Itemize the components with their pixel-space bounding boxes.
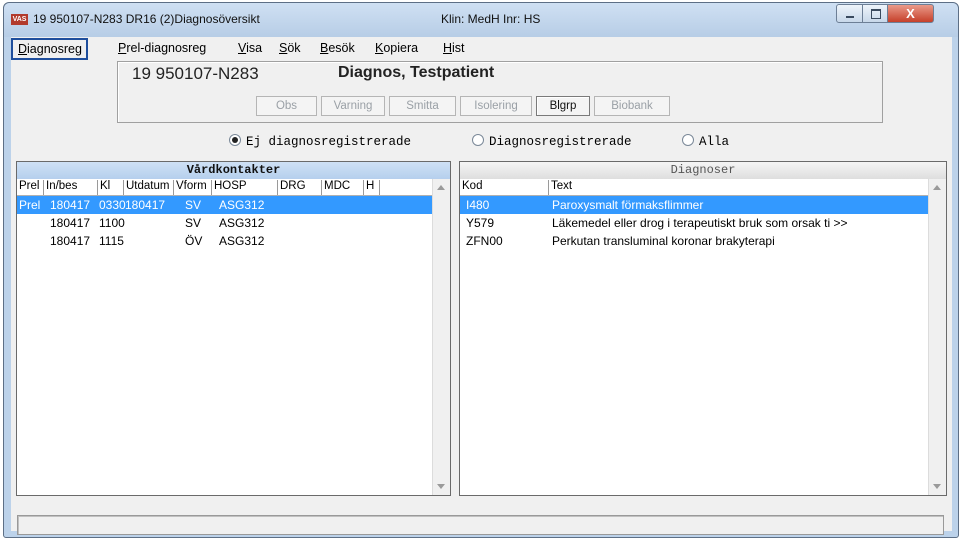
vardkontakter-column-headers: Prel In/bes Kl Utdatum Vform HOSP DRG MD… — [17, 179, 450, 196]
vardkontakt-row[interactable]: 180417 1115 ÖV ASG312 — [17, 232, 433, 250]
diagnos-row[interactable]: Y579 Läkemedel eller drog i terapeutiskt… — [460, 214, 929, 232]
vardkontakt-row[interactable]: Prel 180417 0330 180417 SV ASG312 — [17, 196, 433, 214]
diagnos-row[interactable]: ZFN00 Perkutan transluminal koronar brak… — [460, 232, 929, 250]
radio-dot — [682, 134, 694, 146]
radio-selected-dot — [229, 134, 241, 146]
menu-diagnosreg[interactable]: Diagnosreg — [11, 38, 88, 60]
menu-kopiera[interactable]: Kopiera — [375, 41, 418, 55]
diagnoser-scrollbar[interactable] — [928, 179, 946, 495]
radio-ej-diagnosregistrerade[interactable]: Ej diagnosregistrerade — [229, 134, 411, 149]
filter-radio-group: Ej diagnosregistrerade Diagnosregistrera… — [11, 134, 952, 152]
patient-header: 19 950107-N283 Diagnos, Testpatient Obs … — [117, 61, 883, 123]
col-text[interactable]: Text — [549, 180, 930, 195]
varning-button[interactable]: Varning — [321, 96, 385, 116]
vardkontakt-row[interactable]: 180417 1100 SV ASG312 — [17, 214, 433, 232]
obs-button[interactable]: Obs — [256, 96, 317, 116]
minimize-button[interactable] — [836, 4, 863, 23]
maximize-button[interactable] — [862, 4, 888, 23]
biobank-button[interactable]: Biobank — [594, 96, 670, 116]
vas-app-icon: VAS — [11, 14, 28, 25]
scroll-down-arrow-icon[interactable] — [437, 484, 445, 489]
scroll-up-arrow-icon[interactable] — [933, 185, 941, 190]
menu-besok[interactable]: Besök — [320, 41, 355, 55]
radio-dot — [472, 134, 484, 146]
vardkontakter-title: Vårdkontakter — [17, 162, 450, 179]
vardkontakter-panel: Vårdkontakter Prel In/bes Kl Utdatum Vfo… — [16, 161, 451, 496]
menu-prel-diagnosreg[interactable]: Prel-diagnosreg — [118, 41, 206, 55]
col-kod[interactable]: Kod — [460, 180, 549, 195]
window-title: 19 950107-N283 DR16 (2)Diagnosöversikt — [33, 12, 260, 26]
title-bar[interactable]: VAS 19 950107-N283 DR16 (2)Diagnosöversi… — [4, 3, 958, 37]
col-hosp[interactable]: HOSP — [212, 180, 278, 195]
diagnoser-title: Diagnoser — [460, 162, 946, 179]
col-kl[interactable]: Kl — [98, 180, 124, 195]
diagnos-row[interactable]: I480 Paroxysmalt förmaksflimmer — [460, 196, 929, 214]
col-inbes[interactable]: In/bes — [44, 180, 98, 195]
vardkontakter-scrollbar[interactable] — [432, 179, 450, 495]
smitta-button[interactable]: Smitta — [389, 96, 456, 116]
col-vform[interactable]: Vform — [174, 180, 212, 195]
menu-hist[interactable]: Hist — [443, 41, 465, 55]
col-drg[interactable]: DRG — [278, 180, 322, 195]
scroll-up-arrow-icon[interactable] — [437, 185, 445, 190]
col-utdatum[interactable]: Utdatum — [124, 180, 174, 195]
diagnoser-column-headers: Kod Text — [460, 179, 929, 196]
col-prel[interactable]: Prel — [17, 180, 44, 195]
close-button[interactable]: X — [887, 4, 934, 23]
diagnoser-panel: Diagnoser Kod Text I480 Paroxysmalt förm… — [459, 161, 947, 496]
scroll-down-arrow-icon[interactable] — [933, 484, 941, 489]
col-mdc[interactable]: MDC — [322, 180, 364, 195]
isolering-button[interactable]: Isolering — [460, 96, 532, 116]
radio-diagnosregistrerade[interactable]: Diagnosregistrerade — [472, 134, 632, 149]
blgrp-button[interactable]: Blgrp — [536, 96, 590, 116]
menu-visa[interactable]: Visa — [238, 41, 262, 55]
menu-sok[interactable]: Sök — [279, 41, 301, 55]
radio-alla[interactable]: Alla — [682, 134, 729, 149]
status-bar — [17, 515, 944, 535]
clinic-info: Klin: MedH Inr: HS — [441, 12, 541, 26]
patient-name: Diagnos, Testpatient — [338, 64, 495, 81]
patient-id: 19 950107-N283 — [132, 64, 259, 83]
col-h[interactable]: H — [364, 180, 380, 195]
menu-bar: Diagnosreg Prel-diagnosreg Visa Sök Besö… — [11, 37, 952, 61]
application-window: VAS 19 950107-N283 DR16 (2)Diagnosöversi… — [3, 2, 959, 538]
client-area: Diagnosreg Prel-diagnosreg Visa Sök Besö… — [11, 37, 952, 535]
